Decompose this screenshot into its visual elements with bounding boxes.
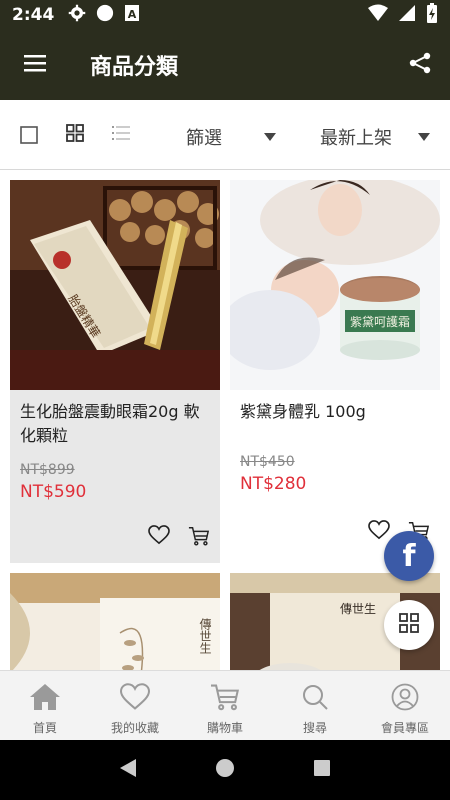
- product-sale-price: NT$590: [20, 482, 87, 502]
- filter-dropdown[interactable]: 篩選: [186, 124, 276, 150]
- product-image: 胎盤精華: [10, 180, 220, 390]
- nav-item-member[interactable]: 會員專區: [360, 671, 450, 740]
- user-icon: [389, 683, 421, 715]
- nav-label: 購物車: [206, 721, 243, 735]
- nav-item-favorites[interactable]: 我的收藏: [90, 671, 180, 740]
- hamburger-icon: [24, 54, 46, 76]
- nav-label: 會員專區: [380, 721, 429, 735]
- home-icon: [29, 683, 61, 715]
- nav-label: 首頁: [32, 721, 57, 735]
- search-icon: [299, 683, 331, 715]
- product-image: 紫黛呵護霜: [230, 180, 440, 390]
- facebook-icon: f: [402, 538, 416, 574]
- product-card[interactable]: 傳世生: [10, 573, 220, 670]
- nav-label: 我的收藏: [110, 721, 159, 735]
- wifi-icon: [368, 4, 388, 26]
- product-image: 傳世生: [10, 573, 220, 670]
- grid-view-icon: [66, 123, 84, 146]
- recents-square-icon: [313, 759, 331, 781]
- share-icon: [408, 51, 432, 79]
- nav-label: 搜尋: [302, 721, 327, 735]
- svg-text:A: A: [128, 8, 137, 21]
- nav-item-home[interactable]: 首頁: [0, 671, 90, 740]
- recents-button[interactable]: [302, 750, 342, 790]
- add-to-cart-icon[interactable]: [188, 525, 210, 551]
- share-button[interactable]: [390, 30, 450, 100]
- back-triangle-icon: [119, 758, 137, 782]
- nav-item-search[interactable]: 搜尋: [270, 671, 360, 740]
- a-icon: A: [124, 4, 140, 26]
- menu-button[interactable]: [0, 30, 70, 100]
- sort-dropdown[interactable]: 最新上架: [320, 124, 430, 150]
- bottom-nav: 首頁 我的收藏 購物車 搜尋 會員專區: [0, 670, 450, 740]
- select-all-checkbox[interactable]: [6, 112, 52, 158]
- settings-icon: [68, 4, 86, 26]
- grid-view-button[interactable]: [52, 112, 98, 158]
- product-original-price: NT$450: [240, 454, 295, 470]
- home-button[interactable]: [205, 750, 245, 790]
- status-bar: 2:44 A: [0, 0, 450, 30]
- system-nav-bar: [0, 740, 450, 800]
- facebook-button[interactable]: f: [384, 531, 434, 581]
- favorite-heart-icon[interactable]: [148, 525, 170, 551]
- list-view-button[interactable]: [98, 112, 144, 158]
- product-card[interactable]: 胎盤精華 生化胎盤震動眼霜20g 軟化顆粒 NT$899 NT$590: [10, 180, 220, 563]
- list-view-icon: [112, 125, 130, 145]
- box-label-text: 傳世生: [198, 618, 212, 654]
- caret-down-icon: [418, 133, 430, 141]
- product-name: 生化胎盤震動眼霜20g 軟化顆粒: [20, 402, 200, 445]
- status-time: 2:44: [12, 5, 55, 25]
- back-button[interactable]: [108, 750, 148, 790]
- heart-icon: [119, 683, 151, 715]
- app-bar: 商品分類: [0, 30, 450, 100]
- filter-toolbar: 篩選 最新上架: [0, 100, 450, 170]
- product-grid: 胎盤精華 生化胎盤震動眼霜20g 軟化顆粒 NT$899 NT$590 紫黛呵護…: [0, 171, 450, 670]
- box-label-text: 傳世生: [340, 602, 376, 616]
- product-card[interactable]: 紫黛呵護霜 紫黛身體乳 100g NT$450 NT$280: [230, 180, 440, 563]
- page-title: 商品分類: [90, 55, 179, 80]
- category-grid-fab[interactable]: [384, 600, 434, 650]
- product-sale-price: NT$280: [240, 474, 307, 494]
- caret-down-icon: [264, 133, 276, 141]
- product-original-price: NT$899: [20, 462, 75, 478]
- circle-icon: [96, 4, 114, 26]
- filter-label: 篩選: [186, 128, 222, 149]
- jar-label-text: 紫黛呵護霜: [350, 314, 410, 329]
- grid-icon: [399, 613, 419, 637]
- nav-item-cart[interactable]: 購物車: [180, 671, 270, 740]
- home-circle-icon: [215, 758, 235, 782]
- sort-label: 最新上架: [320, 128, 392, 149]
- signal-icon: [398, 4, 416, 26]
- cart-icon: [209, 683, 241, 715]
- battery-icon: [426, 3, 438, 27]
- product-name: 紫黛身體乳 100g: [240, 402, 366, 421]
